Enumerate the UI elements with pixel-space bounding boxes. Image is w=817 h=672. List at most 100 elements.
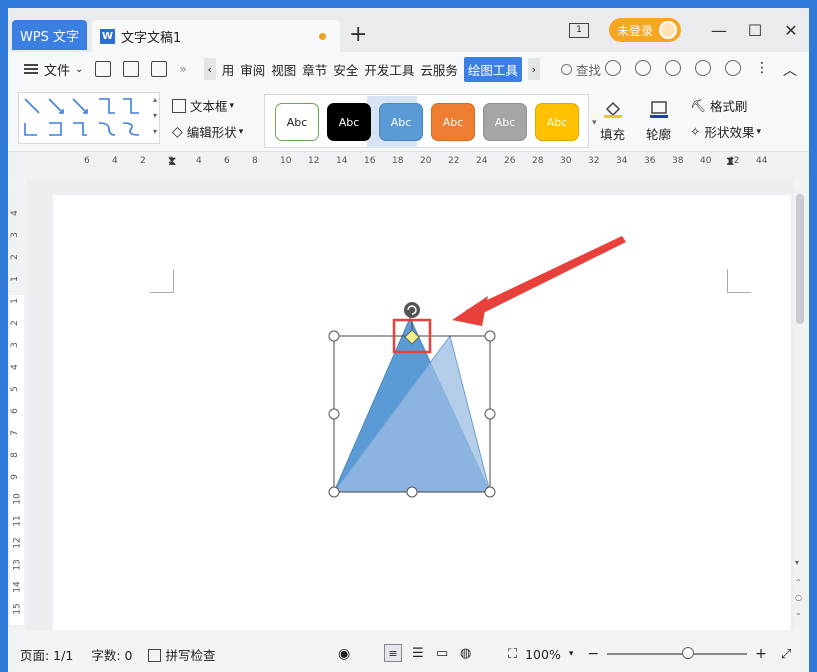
outline-view-icon[interactable]: ☰	[412, 646, 424, 661]
ruler-number: 6	[224, 156, 230, 166]
gallery-up-icon[interactable]: ▴	[153, 95, 157, 104]
export-icon[interactable]	[123, 61, 140, 77]
tab-developer[interactable]: 开发工具	[364, 60, 414, 79]
horizontal-ruler[interactable]: 6 4 2 2 4 6 8 10 12 14 16 18 20 22 24 26 28 30 32 34 36 38 40 4…	[8, 152, 809, 180]
share-icon[interactable]	[695, 60, 711, 76]
top-right-icons: ⋮ ︿	[605, 60, 797, 80]
tab-use[interactable]: 用	[222, 60, 235, 79]
vertical-ruler[interactable]: 4 3 2 1 1 2 3 4 5 6 7 8 9 10 11 12 13 14 15	[8, 188, 26, 628]
shape-style-4[interactable]: Abc	[431, 103, 475, 141]
resize-handle-left[interactable]	[328, 408, 340, 420]
ruler-number: 28	[532, 156, 544, 166]
line-styles-gallery[interactable]: ▴ ▾ ▾	[18, 92, 160, 144]
search-button[interactable]: 查找	[560, 60, 601, 79]
ruler-number: 16	[364, 156, 376, 166]
outline-button[interactable]: 轮廓	[646, 100, 671, 143]
zoom-level[interactable]: 100%	[525, 647, 561, 662]
shape-style-5[interactable]: Abc	[483, 103, 527, 141]
minimize-icon[interactable]: —	[701, 21, 737, 40]
shape-style-6[interactable]: Abc	[535, 103, 579, 141]
vertical-scrollbar[interactable]: ▾ ⌃ ○ ⌄	[793, 188, 807, 628]
share-user-icon[interactable]	[635, 60, 651, 76]
scroll-down-icon[interactable]: ▾	[795, 558, 799, 567]
textbox-button[interactable]: 文本框 ▾	[172, 96, 234, 115]
tab-security[interactable]: 安全	[333, 60, 358, 79]
cloud-sync-icon[interactable]	[605, 60, 621, 76]
tab-view[interactable]: 视图	[271, 60, 296, 79]
shape-effect-button[interactable]: ✧ 形状效果 ▾	[690, 122, 761, 141]
gallery-down-icon[interactable]: ▾	[153, 111, 157, 120]
status-bar: 页面: 1/1 字数: 0 拼写检查 ◉ ≡ ☰ ▭ ◍ ⛶ 100% ▾ − …	[8, 636, 809, 672]
eye-protection-icon[interactable]: ◉	[338, 646, 350, 662]
ruler-number: 44	[756, 156, 768, 166]
print-icon[interactable]	[151, 61, 168, 77]
tab-scroll-left-icon[interactable]: ‹	[203, 58, 216, 80]
zoom-slider-knob[interactable]	[682, 647, 695, 659]
select-browse-object-icon[interactable]: ○	[795, 593, 802, 602]
page-count-icon[interactable]: 1	[568, 22, 589, 38]
maximize-icon[interactable]: ☐	[737, 21, 773, 40]
page-view-icon[interactable]: ≡	[384, 644, 402, 662]
tab-document[interactable]: W 文字文稿1	[92, 20, 340, 52]
tab-wps-writer[interactable]: WPS 文字	[12, 20, 87, 50]
indent-marker-icon[interactable]: ⧗	[168, 154, 176, 169]
resize-handle-bottom-left[interactable]	[328, 486, 340, 498]
resize-handle-top-right[interactable]	[484, 330, 496, 342]
previous-page-icon[interactable]: ⌃	[795, 578, 802, 587]
shape-style-3[interactable]: Abc	[379, 103, 423, 141]
more-tools-icon[interactable]: »	[179, 62, 186, 76]
reading-view-icon[interactable]: ▭	[436, 646, 448, 661]
shape-style-1[interactable]: Abc	[275, 103, 319, 141]
resize-handle-right[interactable]	[484, 408, 496, 420]
spell-check-button[interactable]: 拼写检查	[148, 645, 215, 664]
document-area[interactable]	[26, 180, 793, 630]
styles-expand-icon[interactable]: ▾	[592, 118, 597, 128]
pointer-arrow-shaft	[466, 236, 626, 318]
web-view-icon[interactable]: ◍	[460, 646, 471, 661]
settings-gear-icon[interactable]	[725, 60, 741, 76]
fill-button[interactable]: 填充	[600, 100, 625, 143]
tab-cloud[interactable]: 云服务	[420, 60, 458, 79]
edit-shape-button[interactable]: ◇ 编辑形状 ▾	[172, 122, 243, 141]
file-menu-button[interactable]: 文件 ⌄	[8, 60, 83, 79]
file-menu-label: 文件	[44, 63, 71, 79]
resize-handle-bottom-right[interactable]	[484, 486, 496, 498]
more-vertical-icon[interactable]: ⋮	[755, 60, 769, 80]
collapse-ribbon-icon[interactable]: ︿	[783, 60, 797, 80]
tab-scroll-right-icon[interactable]: ›	[527, 58, 540, 80]
right-indent-marker-icon[interactable]: ⧗	[726, 154, 734, 169]
gallery-expand-icon[interactable]: ▾	[153, 127, 157, 136]
resize-handle-top-left[interactable]	[328, 330, 340, 342]
ruler-number: 10	[280, 156, 292, 166]
word-count[interactable]: 字数: 0	[91, 645, 132, 664]
login-button[interactable]: 未登录	[608, 18, 681, 42]
edit-shape-icon: ◇	[172, 123, 183, 140]
vertical-ruler-number: 5	[9, 386, 20, 392]
document-tab-label: 文字文稿1	[121, 30, 182, 46]
scrollbar-thumb[interactable]	[796, 194, 804, 324]
next-page-icon[interactable]: ⌄	[795, 608, 802, 617]
tab-drawing-tools[interactable]: 绘图工具	[463, 56, 522, 82]
zoom-in-icon[interactable]: +	[755, 646, 767, 662]
shape-style-2[interactable]: Abc	[327, 103, 371, 141]
format-brush-button[interactable]: ⛏ 格式刷	[690, 96, 747, 115]
resize-handle-bottom[interactable]	[406, 486, 418, 498]
tab-review[interactable]: 审阅	[240, 60, 265, 79]
fullscreen-icon[interactable]: ⤢	[781, 647, 791, 662]
zoom-slider[interactable]	[607, 647, 748, 659]
search-label: 查找	[575, 62, 601, 78]
tab-chapter[interactable]: 章节	[302, 60, 327, 79]
ribbon-tabs: ‹ 用 审阅 视图 章节 安全 开发工具 云服务 绘图工具 ›	[201, 56, 543, 82]
close-icon[interactable]: ✕	[773, 21, 809, 40]
zoom-dropdown-icon[interactable]: ▾	[569, 649, 574, 659]
rotate-handle-icon[interactable]	[404, 302, 420, 318]
comment-icon[interactable]	[665, 60, 681, 76]
page-indicator[interactable]: 页面: 1/1	[20, 645, 73, 664]
format-brush-label: 格式刷	[709, 99, 748, 114]
fit-page-icon[interactable]: ⛶	[508, 647, 517, 662]
save-icon[interactable]	[95, 61, 112, 77]
zoom-out-icon[interactable]: −	[587, 646, 599, 662]
new-tab-button[interactable]: +	[349, 22, 367, 47]
caret-down-icon: ▾	[229, 100, 235, 111]
hamburger-icon	[24, 64, 38, 74]
